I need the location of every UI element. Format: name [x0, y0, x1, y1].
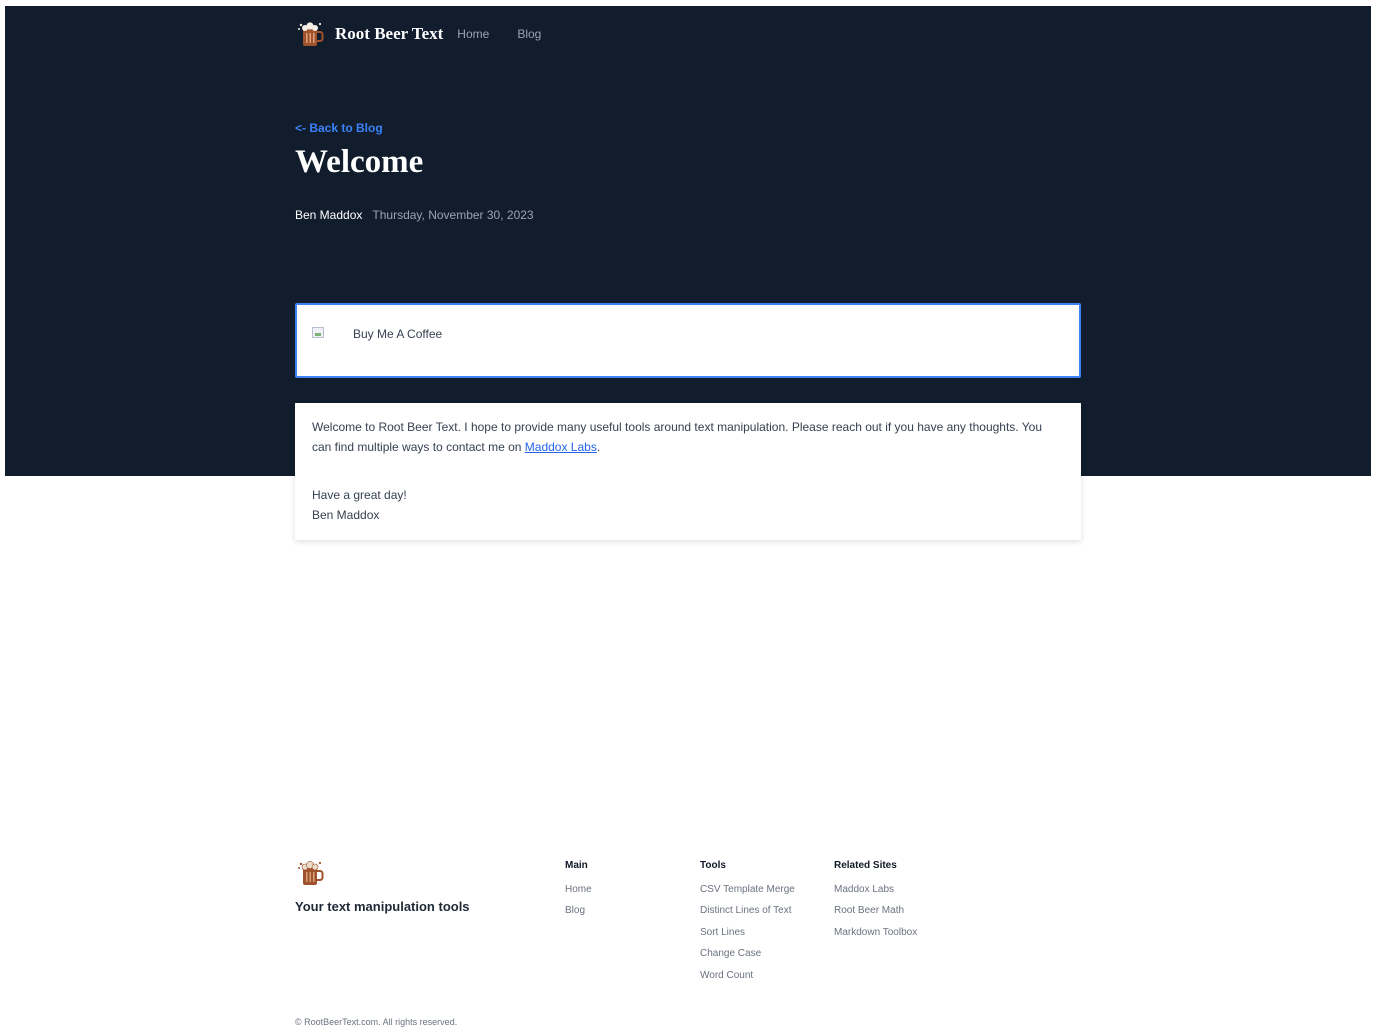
article-intro-paragraph: Welcome to Root Beer Text. I hope to pro…	[312, 417, 1064, 457]
footer-link-word-count[interactable]: Word Count	[700, 968, 795, 984]
footer-link-csv-template-merge[interactable]: CSV Template Merge	[700, 882, 795, 898]
post-date: Thursday, November 30, 2023	[372, 208, 534, 222]
copyright-notice: © RootBeerText.com. All rights reserved.	[295, 1017, 458, 1027]
article-signature: Ben Maddox	[312, 508, 380, 522]
footer-tagline: Your text manipulation tools	[295, 899, 470, 914]
footer-link-blog[interactable]: Blog	[565, 903, 592, 919]
footer-column-related-sites: Related Sites Maddox Labs Root Beer Math…	[834, 860, 917, 941]
buy-me-a-coffee-alt-text: Buy Me A Coffee	[353, 327, 443, 341]
footer-link-markdown-toolbox[interactable]: Markdown Toolbox	[834, 925, 917, 941]
buy-me-a-coffee-button[interactable]: Buy Me A Coffee	[295, 303, 1081, 378]
root-beer-mug-icon	[298, 861, 324, 885]
footer-link-home[interactable]: Home	[565, 882, 592, 898]
article-intro-text: Welcome to Root Beer Text. I hope to pro…	[312, 420, 1043, 454]
footer-column-tools: Tools CSV Template Merge Distinct Lines …	[700, 860, 795, 984]
footer-link-distinct-lines[interactable]: Distinct Lines of Text	[700, 903, 795, 919]
article-closing: Have a great day!	[312, 488, 407, 502]
nav-link-blog[interactable]: Blog	[517, 27, 541, 41]
nav-link-home[interactable]: Home	[457, 27, 489, 41]
broken-image-icon	[312, 327, 324, 338]
article-closing-paragraph: Have a great day! Ben Maddox	[312, 485, 1064, 525]
footer-link-sort-lines[interactable]: Sort Lines	[700, 925, 795, 941]
post-title: Welcome	[295, 144, 424, 180]
footer-link-root-beer-math[interactable]: Root Beer Math	[834, 903, 917, 919]
footer-column-title: Related Sites	[834, 860, 897, 871]
footer-column-title: Tools	[700, 860, 726, 871]
footer-column-title: Main	[565, 860, 588, 871]
footer-link-maddox-labs[interactable]: Maddox Labs	[834, 882, 917, 898]
maddox-labs-link[interactable]: Maddox Labs	[525, 440, 597, 454]
top-nav: Root Beer Text Home Blog	[295, 20, 541, 48]
article-body: Welcome to Root Beer Text. I hope to pro…	[295, 403, 1081, 540]
footer-column-main: Main Home Blog	[565, 860, 592, 919]
footer-link-change-case[interactable]: Change Case	[700, 946, 795, 962]
brand-name[interactable]: Root Beer Text	[335, 24, 443, 44]
article-intro-end: .	[596, 440, 601, 454]
post-author: Ben Maddox	[295, 208, 363, 222]
post-meta: Ben Maddox Thursday, November 30, 2023	[295, 208, 534, 222]
root-beer-mug-icon[interactable]	[295, 19, 325, 49]
back-to-blog-link[interactable]: <- Back to Blog	[295, 121, 383, 135]
